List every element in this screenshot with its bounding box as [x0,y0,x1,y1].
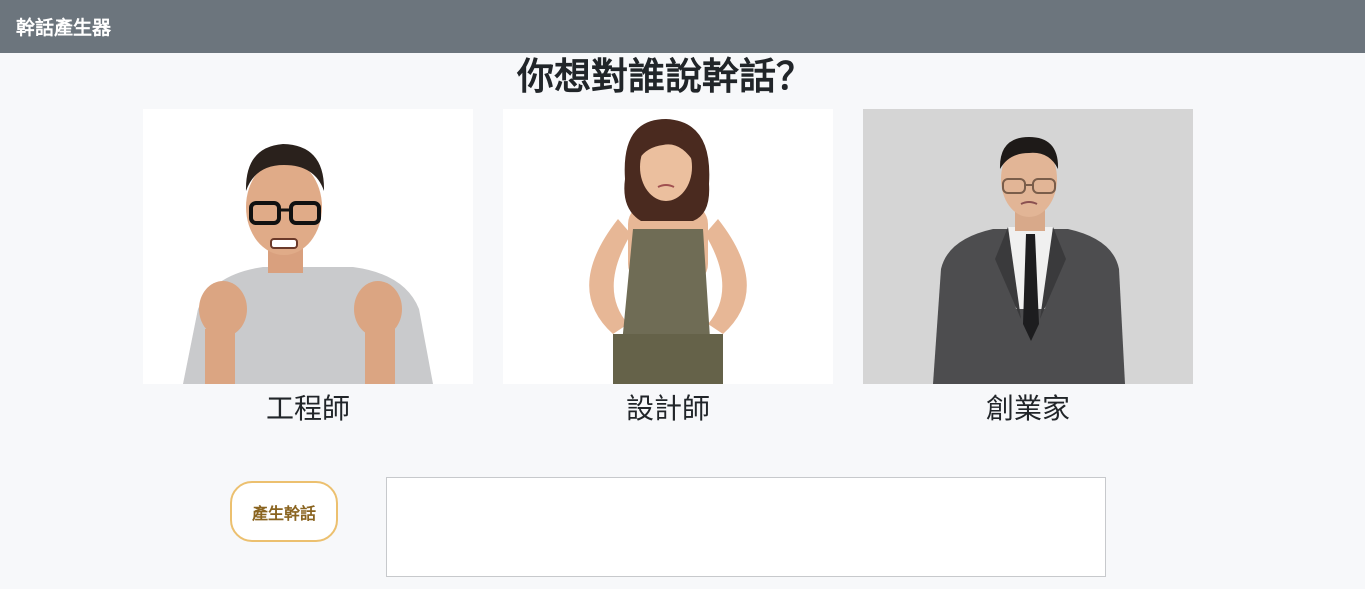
brand-title[interactable]: 幹話產生器 [16,13,111,40]
page-title: 你想對誰說幹話？ [517,55,813,98]
designer-photo[interactable] [503,109,833,384]
card-label-engineer[interactable]: 工程師 [143,384,473,434]
generate-button[interactable]: 產生幹話 [230,481,338,542]
card-label-designer[interactable]: 設計師 [503,384,833,434]
card-label-entrepreneur[interactable]: 創業家 [863,384,1193,434]
card-engineer[interactable]: 工程師 [143,109,473,434]
entrepreneur-photo[interactable] [863,109,1193,384]
navbar: 幹話產生器 [0,0,1365,53]
card-entrepreneur[interactable]: 創業家 [863,109,1193,434]
engineer-photo[interactable] [143,109,473,384]
output-textbox[interactable] [386,477,1106,577]
card-designer[interactable]: 設計師 [503,109,833,434]
